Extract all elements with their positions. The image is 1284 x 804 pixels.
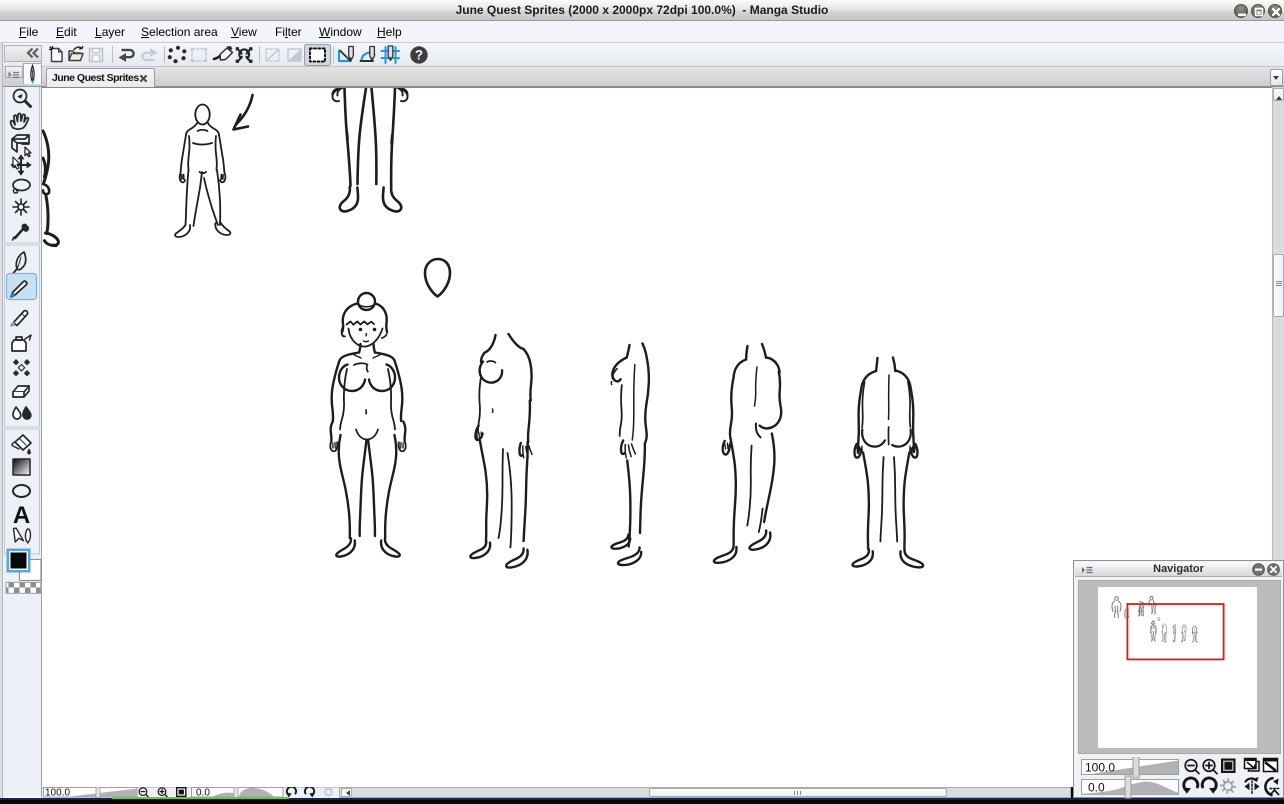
svg-text:100.0: 100.0: [45, 788, 70, 799]
svg-text:0.0: 0.0: [1088, 781, 1105, 795]
svg-text:?: ?: [415, 48, 423, 63]
svg-text:100.0: 100.0: [1085, 761, 1115, 775]
svg-text:A: A: [13, 502, 30, 529]
